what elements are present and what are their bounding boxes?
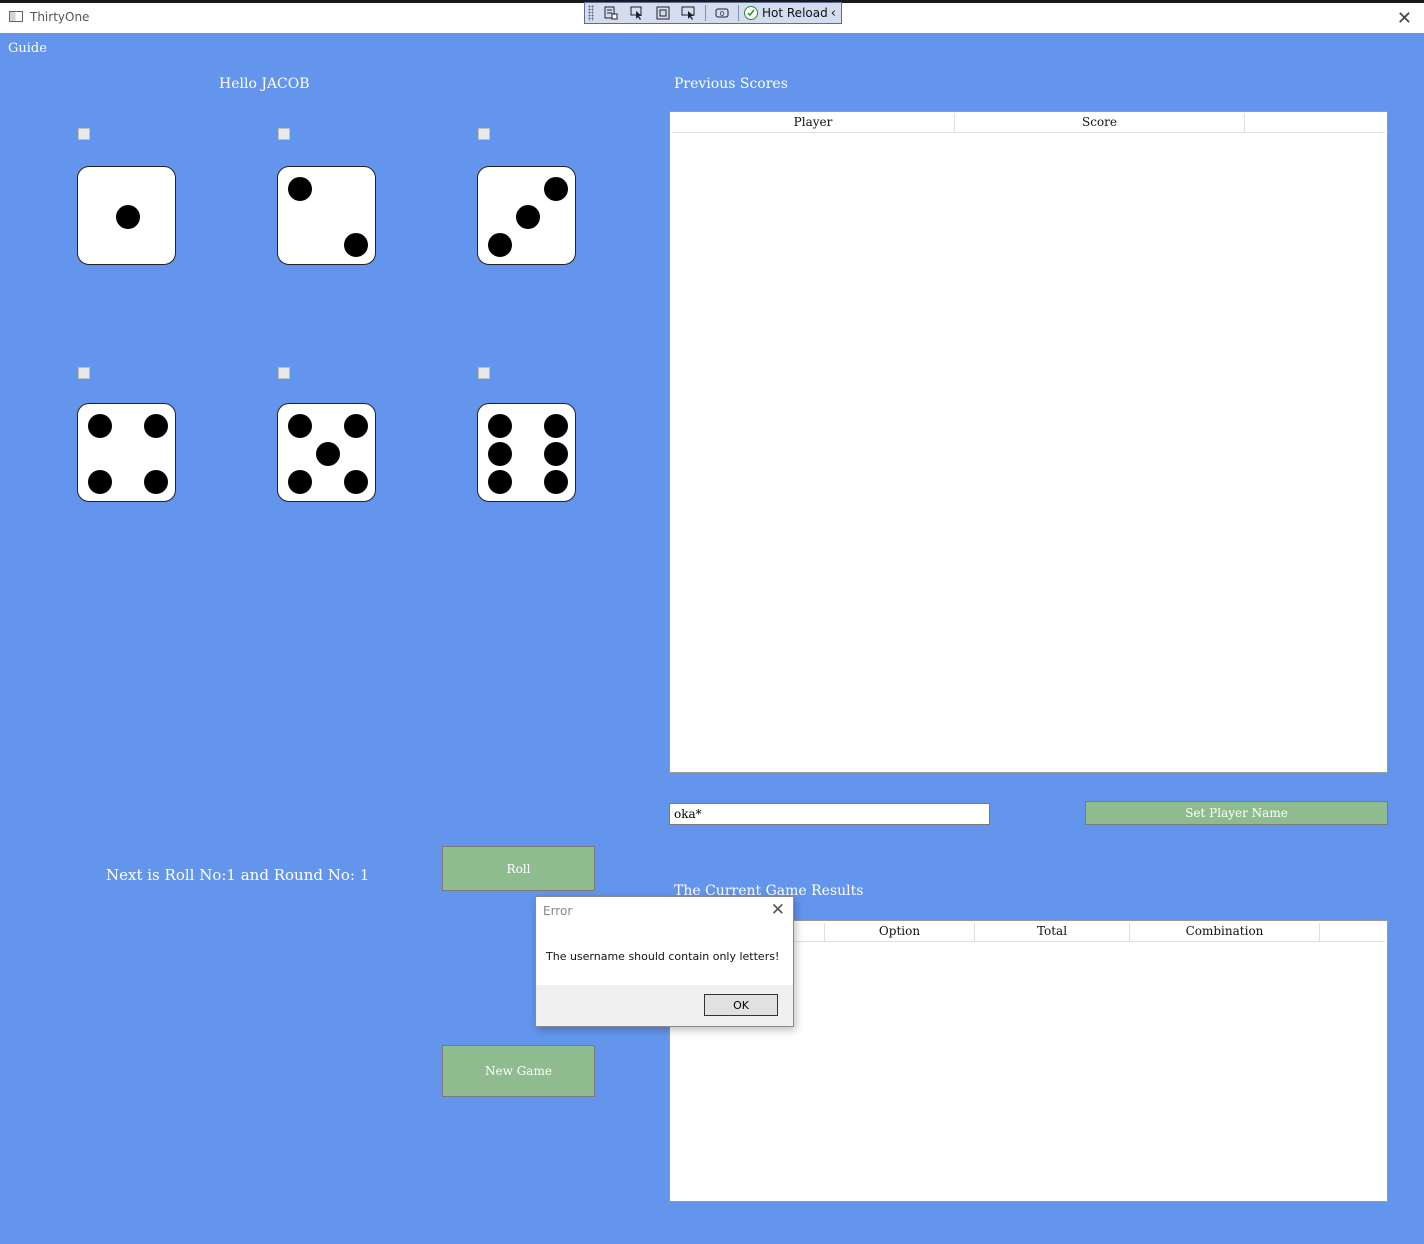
dialog-ok-button[interactable]: OK <box>704 994 778 1016</box>
hold-die-5-checkbox[interactable] <box>278 367 290 379</box>
display-layout-adorners-button[interactable] <box>653 4 673 22</box>
debug-toolbar: 0 Hot Reload ‹ <box>584 2 842 24</box>
dialog-close-icon[interactable]: ✕ <box>771 900 785 920</box>
dialog-title: Error <box>543 904 573 918</box>
menu-guide[interactable]: Guide <box>8 41 47 56</box>
die-pip <box>288 470 312 494</box>
hold-die-4-checkbox[interactable] <box>78 367 90 379</box>
collapse-toolbar-chevron-icon[interactable]: ‹ <box>831 6 836 21</box>
hold-die-1-checkbox[interactable] <box>78 128 90 140</box>
layout-adorner-icon <box>656 6 670 20</box>
die-pip <box>544 442 568 466</box>
die-pip <box>144 470 168 494</box>
visual-tree-icon <box>604 6 618 20</box>
hot-reload-status[interactable]: Hot Reload <box>744 6 828 20</box>
column-header-filler <box>1320 923 1385 941</box>
hold-die-6-checkbox[interactable] <box>478 367 490 379</box>
previous-scores-table[interactable]: Player Score <box>669 111 1388 773</box>
track-focus-icon <box>681 6 695 20</box>
die-pip <box>488 414 512 438</box>
toolbar-separator <box>705 5 706 21</box>
column-header-filler <box>1245 114 1385 132</box>
player-name-input[interactable] <box>669 803 990 825</box>
die-pip <box>288 177 312 201</box>
track-focused-element-button[interactable] <box>679 4 699 22</box>
die-pip <box>544 470 568 494</box>
error-dialog: Error ✕ The username should contain only… <box>535 896 794 1027</box>
die-3[interactable] <box>477 166 576 265</box>
column-header-combination[interactable]: Combination <box>1130 923 1320 941</box>
dialog-message: The username should contain only letters… <box>546 950 780 963</box>
die-pip <box>88 470 112 494</box>
die-pip <box>344 233 368 257</box>
die-pip <box>316 442 340 466</box>
window-title: ThirtyOne <box>30 10 90 24</box>
roll-button[interactable]: Roll <box>442 846 595 891</box>
select-element-button[interactable] <box>627 4 647 22</box>
svg-text:0: 0 <box>720 10 724 18</box>
new-game-button[interactable]: New Game <box>442 1045 595 1097</box>
dialog-footer: OK <box>536 985 793 1026</box>
column-header-total[interactable]: Total <box>975 923 1130 941</box>
die-5[interactable] <box>277 403 376 502</box>
die-pip <box>288 414 312 438</box>
toolbar-grip-icon[interactable] <box>588 5 594 21</box>
binding-icon: 0 <box>715 8 729 18</box>
column-header-option[interactable]: Option <box>825 923 975 941</box>
die-pip <box>144 414 168 438</box>
die-4[interactable] <box>77 403 176 502</box>
die-1[interactable] <box>77 166 176 265</box>
hold-die-3-checkbox[interactable] <box>478 128 490 140</box>
next-roll-status: Next is Roll No:1 and Round No: 1 <box>106 866 370 884</box>
previous-scores-title: Previous Scores <box>674 76 788 92</box>
die-pip <box>488 233 512 257</box>
check-icon <box>744 6 758 20</box>
select-pointer-icon <box>630 6 642 20</box>
close-window-button[interactable]: ✕ <box>1397 8 1412 29</box>
app-icon <box>9 11 23 22</box>
toolbar-separator <box>738 5 739 21</box>
die-6[interactable] <box>477 403 576 502</box>
greeting-label: Hello JACOB <box>219 76 310 92</box>
die-pip <box>488 442 512 466</box>
die-pip <box>344 414 368 438</box>
die-pip <box>88 414 112 438</box>
previous-scores-header: Player Score <box>672 114 1385 133</box>
die-2[interactable] <box>277 166 376 265</box>
die-pip <box>344 470 368 494</box>
die-pip <box>488 470 512 494</box>
hot-reload-label: Hot Reload <box>762 6 828 20</box>
hold-die-2-checkbox[interactable] <box>278 128 290 140</box>
die-pip <box>116 205 140 229</box>
die-pip <box>544 177 568 201</box>
column-header-score[interactable]: Score <box>955 114 1245 132</box>
set-player-name-button[interactable]: Set Player Name <box>1085 801 1388 825</box>
die-pip <box>516 205 540 229</box>
binding-failures-button[interactable]: 0 <box>712 4 732 22</box>
die-pip <box>544 414 568 438</box>
live-visual-tree-button[interactable] <box>601 4 621 22</box>
column-header-player[interactable]: Player <box>672 114 955 132</box>
